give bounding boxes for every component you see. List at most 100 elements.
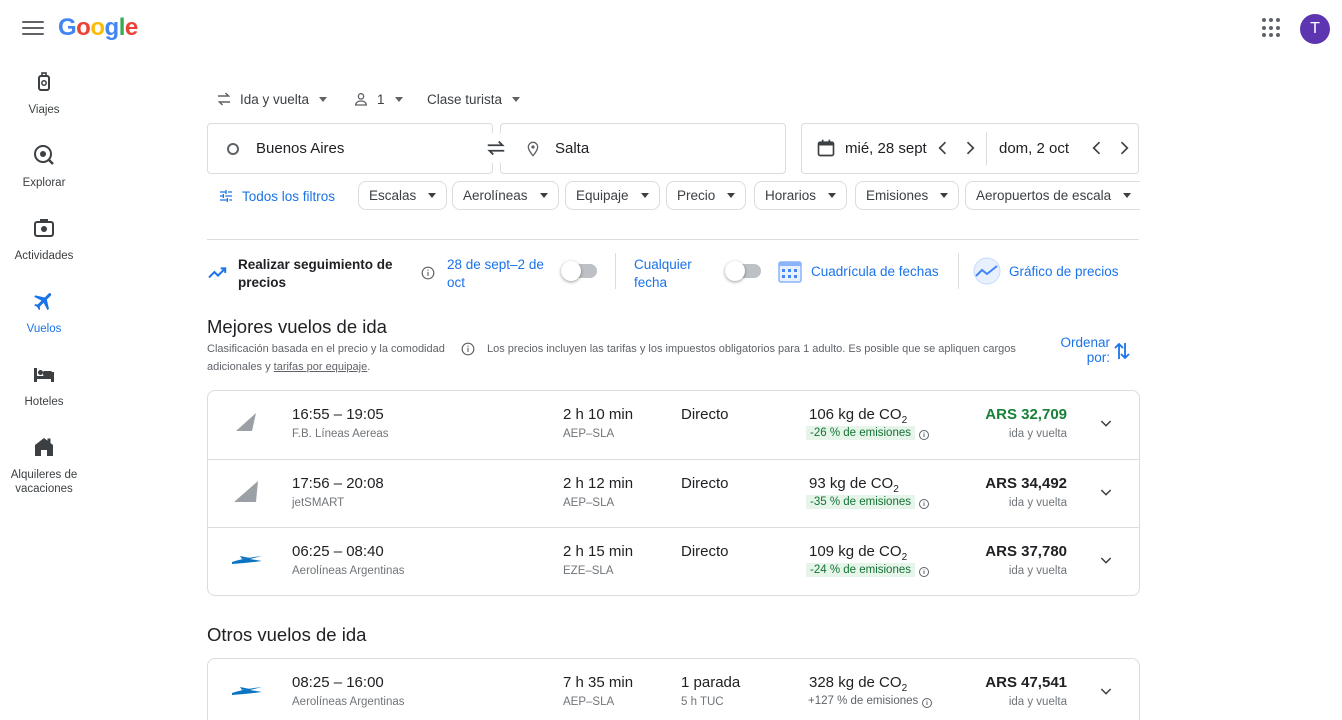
- chevron-down-icon[interactable]: [1098, 683, 1114, 699]
- caret-down-icon: [319, 96, 328, 102]
- chevron-down-icon[interactable]: [1098, 415, 1114, 431]
- flight-row[interactable]: 17:56 – 20:08 jetSMART 2 h 12 min AEP–SL…: [208, 459, 1139, 527]
- filter-chip-equipaje[interactable]: Equipaje: [565, 181, 660, 210]
- chip-label: Precio: [677, 188, 716, 203]
- flight-icon: [34, 293, 52, 311]
- all-filters-button[interactable]: Todos los filtros: [218, 184, 335, 208]
- flight-row[interactable]: 08:25 – 16:00 Aerolíneas Argentinas 7 h …: [208, 659, 1139, 720]
- caret-down-icon: [394, 96, 403, 102]
- flight-route: AEP–SLA: [563, 497, 615, 509]
- date-divider: [986, 132, 987, 165]
- chevron-left-icon[interactable]: [1087, 138, 1107, 158]
- chip-label: Horarios: [765, 188, 817, 203]
- flight-duration: 2 h 10 min: [563, 406, 634, 423]
- aerolineas-argentinas-logo-icon: [232, 556, 262, 564]
- airline-name: jetSMART: [292, 497, 345, 509]
- flight-times: 17:56 – 20:08: [292, 475, 384, 492]
- chip-label: Escalas: [369, 188, 417, 203]
- filter-chip-precio[interactable]: Precio: [666, 181, 747, 210]
- any-date-toggle[interactable]: [725, 261, 761, 281]
- cabin-class-select[interactable]: Clase turista: [427, 88, 521, 110]
- sidebar-item-vuelos[interactable]: Vuelos: [0, 289, 88, 336]
- track-dates-toggle[interactable]: [561, 261, 597, 281]
- chip-label: Aerolíneas: [463, 188, 528, 203]
- filter-chip-aerolineas[interactable]: Aerolíneas: [452, 181, 559, 210]
- baggage-fees-link[interactable]: tarifas por equipaje: [274, 361, 368, 373]
- flight-duration: 2 h 12 min: [563, 475, 634, 492]
- caret-down-icon: [640, 193, 649, 198]
- apps-grid-icon[interactable]: [1262, 18, 1282, 38]
- flight-times: 08:25 – 16:00: [292, 674, 384, 691]
- prices-note-continued: adicionales y tarifas por equipaje.: [207, 358, 370, 376]
- sidebar-item-actividades[interactable]: Actividades: [0, 216, 88, 263]
- chip-label: Equipaje: [576, 188, 629, 203]
- best-flights-title: Mejores vuelos de ida: [207, 316, 387, 337]
- chevron-right-icon[interactable]: [960, 138, 980, 158]
- destination-field[interactable]: Salta: [500, 123, 786, 174]
- menu-icon[interactable]: [22, 18, 44, 38]
- origin-value: Buenos Aires: [256, 140, 345, 157]
- person-icon: [354, 93, 368, 106]
- other-flights-list: 08:25 – 16:00 Aerolíneas Argentinas 7 h …: [207, 658, 1140, 720]
- flight-duration: 7 h 35 min: [563, 674, 634, 691]
- info-icon[interactable]: [918, 498, 930, 510]
- caret-down-icon: [828, 193, 837, 198]
- emissions-badge: -35 % de emisiones: [806, 495, 915, 509]
- track-date-range-link[interactable]: 28 de sept–2 de oct: [447, 256, 557, 292]
- chevron-down-icon[interactable]: [1098, 484, 1114, 500]
- avatar[interactable]: T: [1300, 14, 1330, 44]
- trip-type-label: Ida y vuelta: [240, 91, 310, 107]
- price-graph-button[interactable]: Gráfico de precios: [1009, 263, 1119, 281]
- price-type: ida y vuelta: [1008, 428, 1067, 440]
- sidebar-item-alquileres[interactable]: Alquileres de vacaciones: [0, 435, 88, 496]
- filter-chip-aeropuertos[interactable]: Aeropuertos de escala: [965, 181, 1140, 210]
- divider: [615, 253, 616, 289]
- chevron-right-icon[interactable]: [1114, 138, 1134, 158]
- chip-label: Aeropuertos de escala: [976, 188, 1112, 203]
- return-date[interactable]: dom, 2 oct: [999, 123, 1069, 174]
- chevron-left-icon[interactable]: [933, 138, 953, 158]
- filter-chip-horarios[interactable]: Horarios: [754, 181, 848, 210]
- flight-route: EZE–SLA: [563, 565, 614, 577]
- explore-icon: [34, 145, 54, 165]
- divider: [958, 253, 959, 289]
- passengers-select[interactable]: 1: [353, 88, 403, 110]
- flight-price: ARS 32,709: [985, 406, 1067, 423]
- filter-chip-escalas[interactable]: Escalas: [358, 181, 448, 210]
- flight-row[interactable]: 06:25 – 08:40 Aerolíneas Argentinas 2 h …: [208, 527, 1139, 595]
- origin-field[interactable]: Buenos Aires: [207, 123, 493, 174]
- prices-note-end: .: [367, 361, 371, 373]
- sort-button[interactable]: Ordenar por:: [1050, 335, 1140, 367]
- cabin-class-label: Clase turista: [427, 91, 503, 107]
- sidebar-item-explorar[interactable]: Explorar: [0, 143, 88, 190]
- location-pin-icon: [527, 141, 539, 157]
- toggle-knob: [561, 261, 581, 281]
- co2-text: 109 kg de CO: [809, 543, 902, 560]
- google-logo[interactable]: Google: [58, 14, 138, 42]
- swap-icon: [487, 140, 505, 156]
- swap-button[interactable]: [479, 133, 513, 163]
- info-icon[interactable]: [918, 429, 930, 441]
- any-date-link[interactable]: Cualquier fecha: [634, 256, 714, 292]
- flight-stops: Directo: [681, 475, 729, 492]
- depart-date[interactable]: mié, 28 sept: [845, 123, 927, 174]
- ranking-note: Clasificación basada en el precio y la c…: [207, 343, 445, 355]
- co2-subscript: 2: [893, 484, 899, 495]
- chevron-down-icon[interactable]: [1098, 552, 1114, 568]
- prices-note: Los precios incluyen las tarifas y los i…: [487, 343, 1016, 355]
- sidebar-item-hoteles[interactable]: Hoteles: [0, 362, 88, 409]
- info-icon[interactable]: [921, 697, 933, 709]
- info-icon[interactable]: [421, 266, 435, 280]
- emissions-badge: -26 % de emisiones: [806, 426, 915, 440]
- airline-name: Aerolíneas Argentinas: [292, 696, 405, 708]
- trip-type-select[interactable]: Ida y vuelta: [215, 88, 328, 110]
- info-icon[interactable]: [461, 342, 475, 356]
- date-grid-button[interactable]: Cuadrícula de fechas: [811, 263, 939, 281]
- price-type: ida y vuelta: [1008, 565, 1067, 577]
- filter-chip-emisiones[interactable]: Emisiones: [855, 181, 960, 210]
- swap-arrows-icon: [217, 92, 231, 106]
- flight-row[interactable]: 16:55 – 19:05 F.B. Líneas Aereas 2 h 10 …: [208, 391, 1139, 459]
- sort-label: Ordenar por:: [1060, 335, 1110, 365]
- sidebar-item-viajes[interactable]: Viajes: [0, 70, 88, 117]
- info-icon[interactable]: [918, 566, 930, 578]
